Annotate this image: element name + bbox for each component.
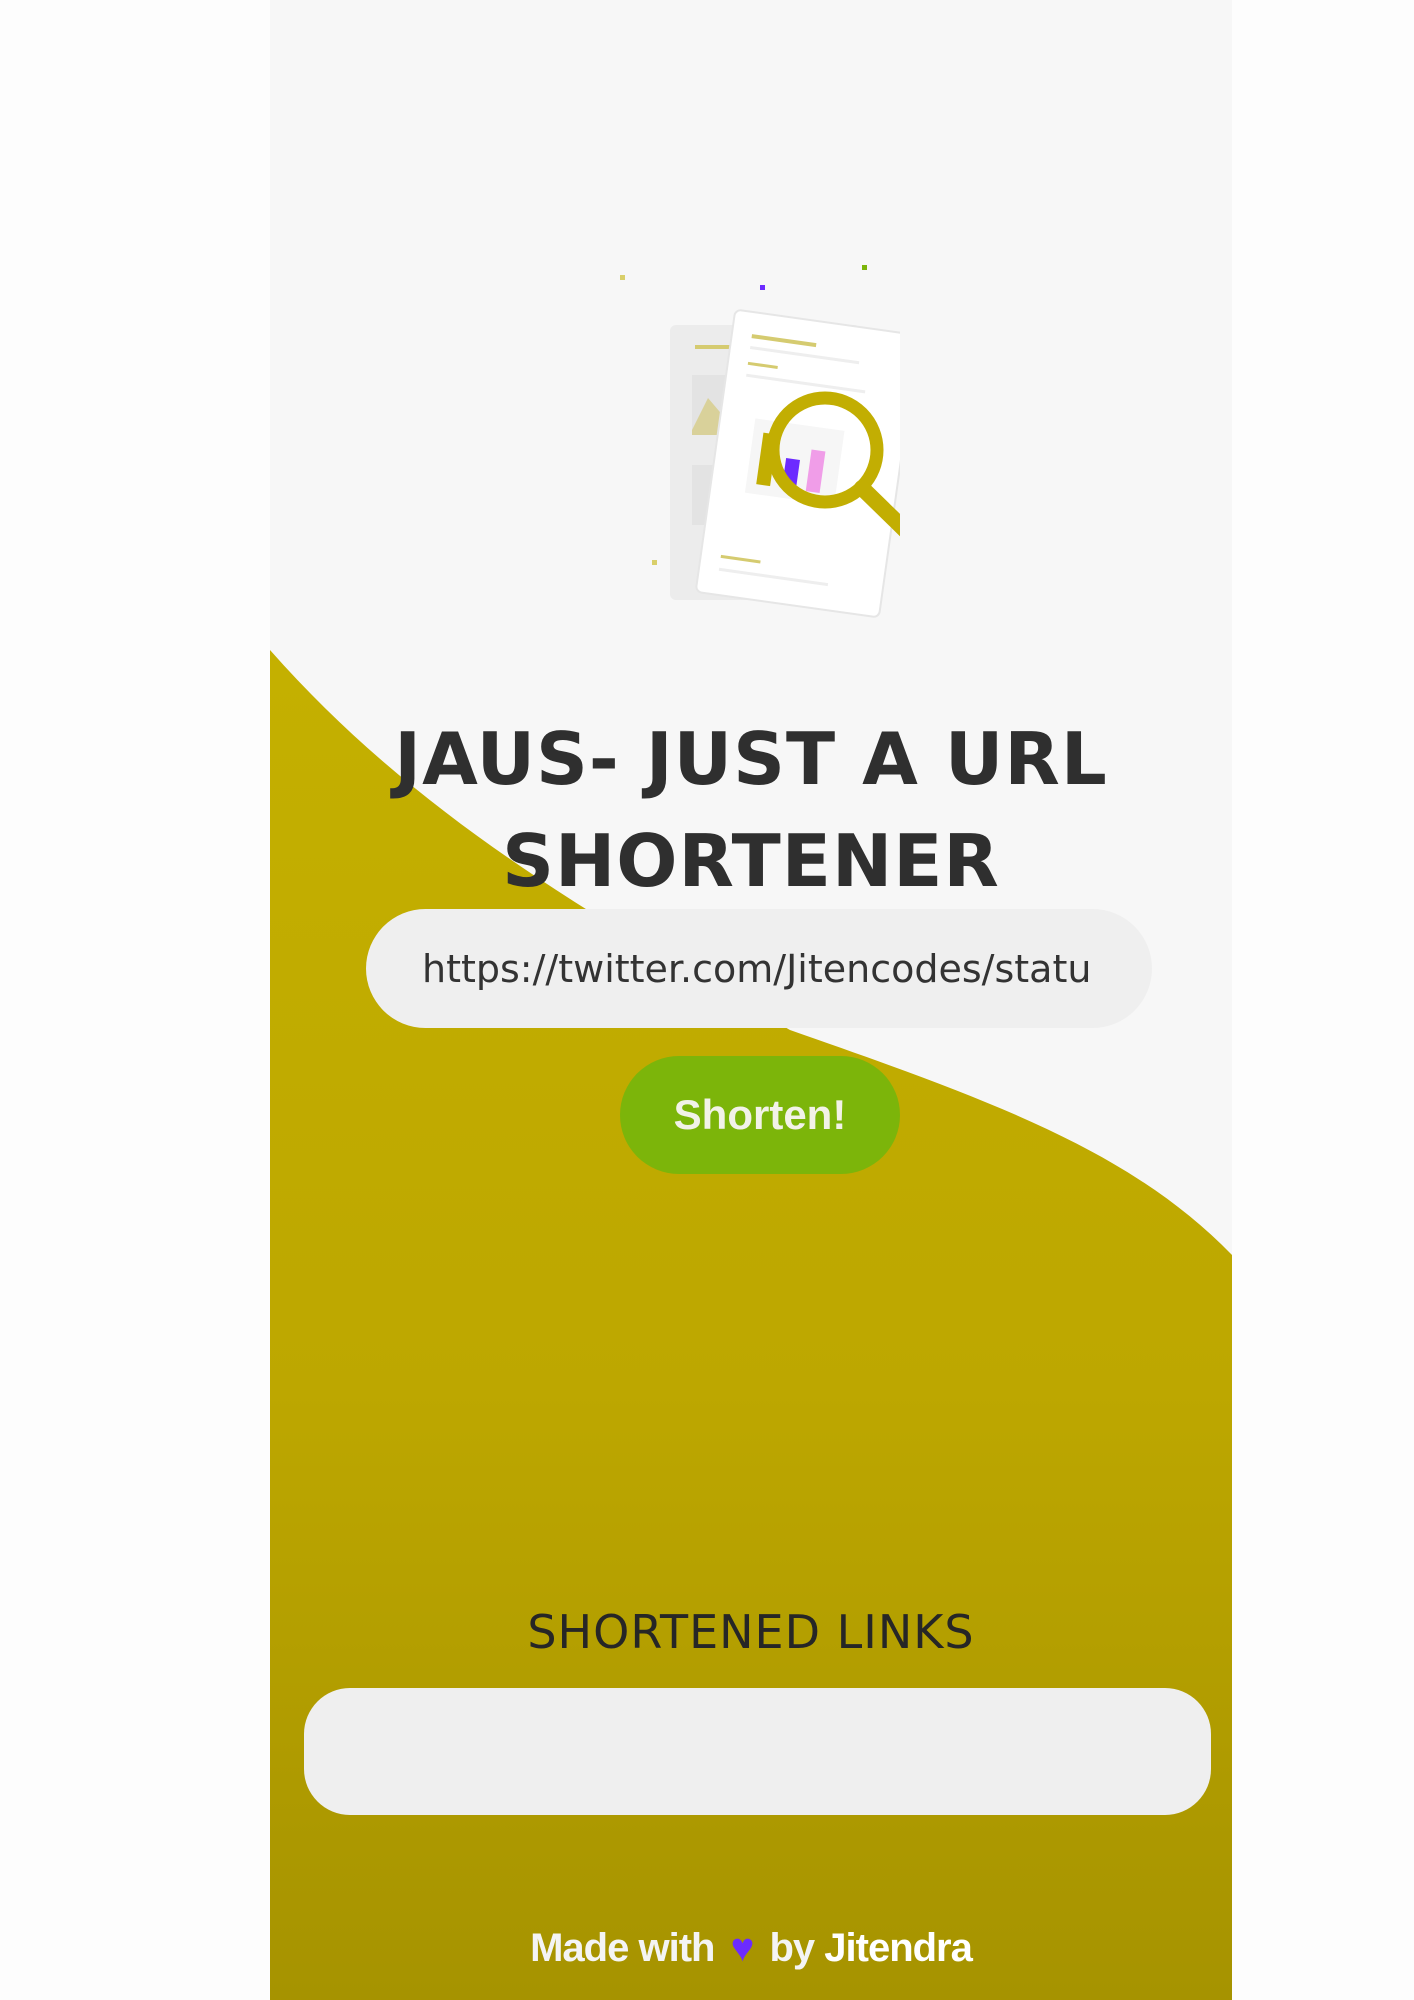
url-input[interactable]	[366, 909, 1152, 1028]
page-title-line-1: JAUS- JUST A URL	[394, 717, 1108, 802]
shorten-button[interactable]: Shorten!	[620, 1056, 900, 1174]
app-container: JAUS- JUST A URL SHORTENER Shorten! SHOR…	[270, 0, 1232, 2000]
heart-icon: ♥	[730, 1926, 755, 1970]
footer-credit: Made with ♥ by Jitendra	[270, 1926, 1232, 1971]
footer-made-with: Made with	[530, 1926, 715, 1970]
shortened-links-list	[304, 1688, 1211, 1815]
document-search-illustration	[620, 265, 900, 618]
shortened-links-heading: SHORTENED LINKS	[527, 1605, 975, 1659]
author-link[interactable]: Jitendra	[824, 1926, 973, 1970]
footer-by: by	[769, 1926, 815, 1970]
page-title-line-2: SHORTENER	[502, 819, 1000, 904]
page-title: JAUS- JUST A URL SHORTENER	[270, 708, 1232, 912]
